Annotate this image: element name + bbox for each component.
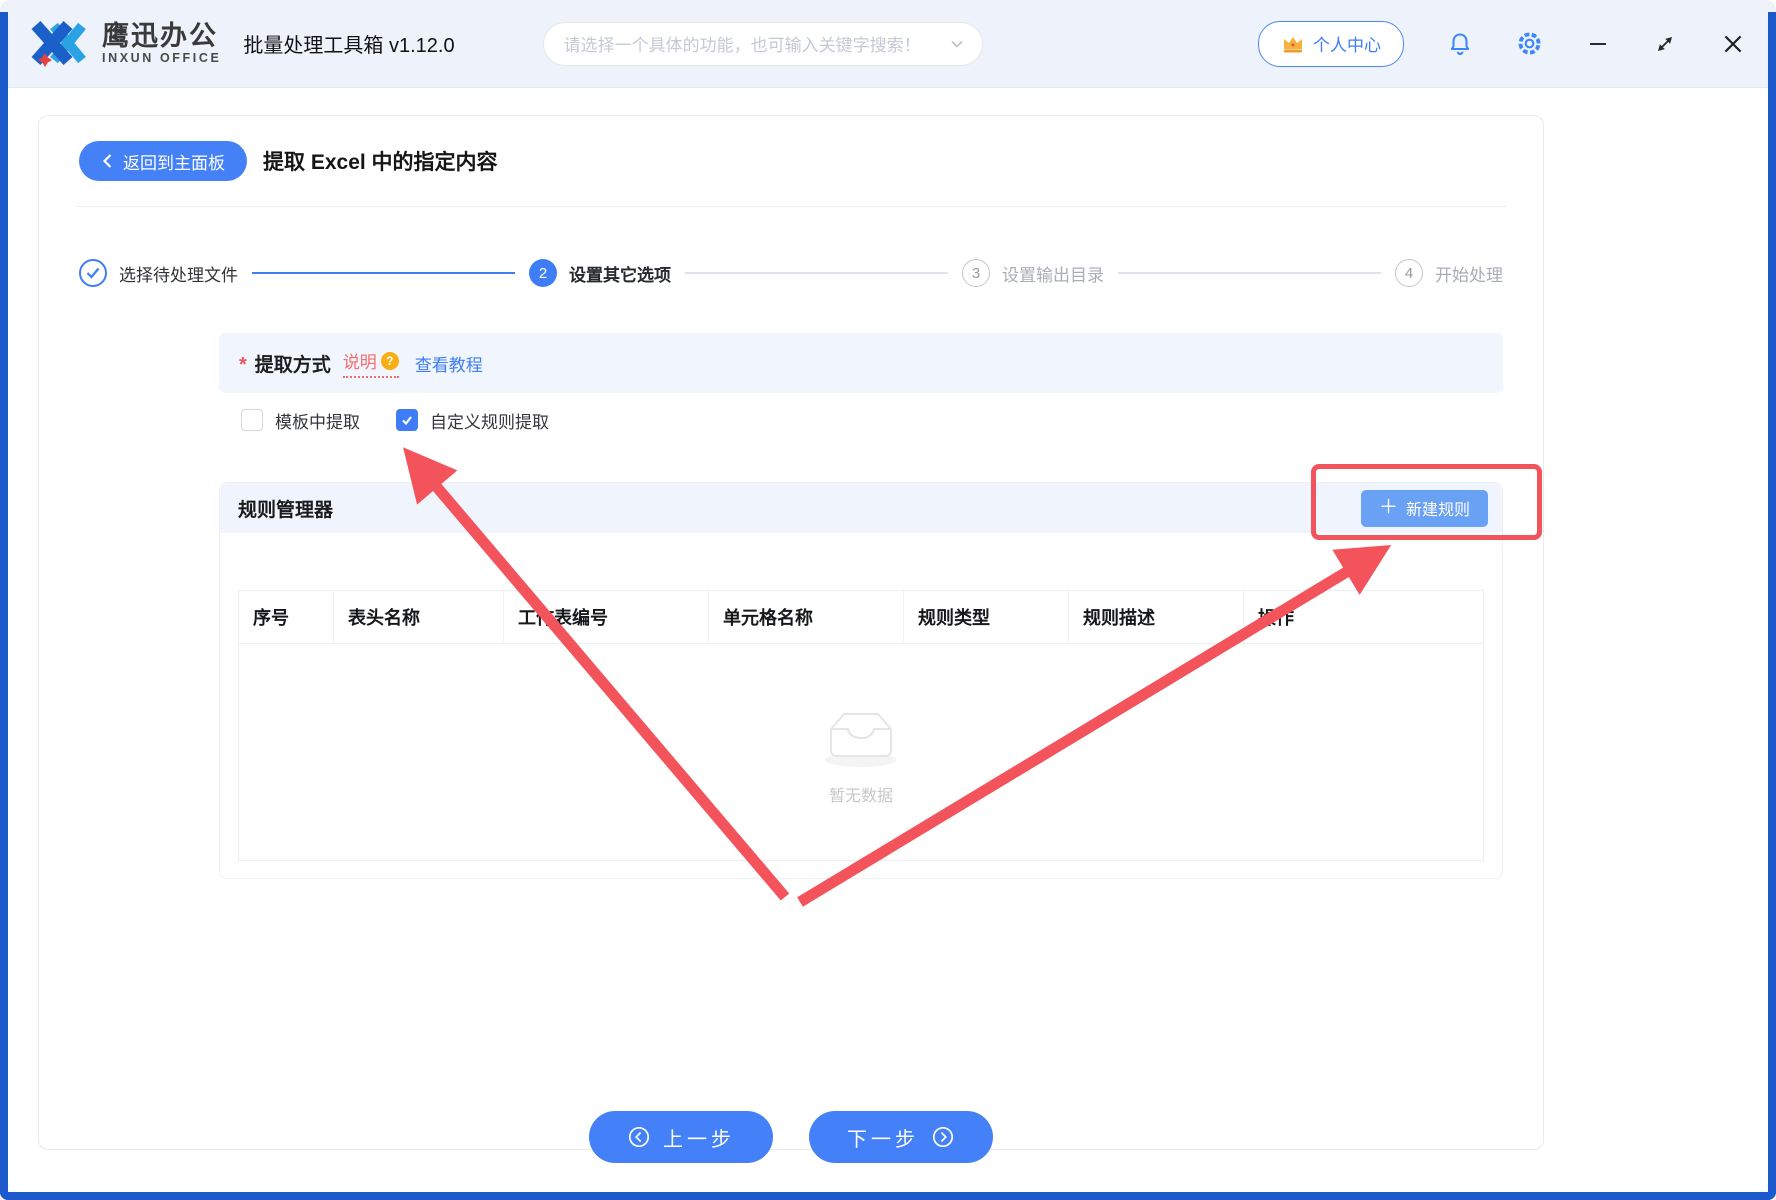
step-connector <box>1118 272 1381 274</box>
step-other-options: 2 设置其它选项 <box>529 259 671 287</box>
step-label: 选择待处理文件 <box>119 261 238 286</box>
checkbox-label: 自定义规则提取 <box>430 408 549 433</box>
brand-name: 鹰迅办公 <box>102 22 221 50</box>
next-step-button[interactable]: 下一步 <box>809 1111 993 1163</box>
checkbox-unchecked-icon <box>241 409 263 431</box>
back-button-label: 返回到主面板 <box>123 149 225 174</box>
topbar: 鹰迅办公 INXUN OFFICE 批量处理工具箱 v1.12.0 请选择一个具… <box>0 0 1776 88</box>
checkbox-label: 模板中提取 <box>275 408 360 433</box>
panel-header: 返回到主面板 提取 Excel 中的指定内容 <box>75 116 1507 207</box>
logo-x-icon <box>30 20 92 68</box>
function-search-select[interactable]: 请选择一个具体的功能，也可输入关键字搜索！ <box>543 22 983 66</box>
step-label: 设置其它选项 <box>569 261 671 286</box>
chevron-down-icon <box>948 35 966 53</box>
required-asterisk: * <box>239 354 247 377</box>
empty-state: 暂无数据 <box>239 644 1483 860</box>
brand-subtitle: INXUN OFFICE <box>102 52 221 65</box>
col-sheet-number: 工作表编号 <box>504 591 709 644</box>
new-rule-button[interactable]: ＋ 新建规则 <box>1361 490 1488 527</box>
search-placeholder: 请选择一个具体的功能，也可输入关键字搜索！ <box>564 31 948 56</box>
step-number: 3 <box>962 259 990 287</box>
rule-manager-header: 规则管理器 ＋ 新建规则 <box>220 483 1502 533</box>
empty-text: 暂无数据 <box>829 782 893 806</box>
rules-table-header: 序号 表头名称 工作表编号 单元格名称 规则类型 规则描述 操作 <box>239 591 1483 644</box>
settings-gear-icon[interactable] <box>1516 30 1543 57</box>
notification-bell-icon[interactable] <box>1447 31 1473 57</box>
app-title: 批量处理工具箱 v1.12.0 <box>243 29 454 58</box>
crown-icon <box>1281 34 1305 54</box>
rules-table: 序号 表头名称 工作表编号 单元格名称 规则类型 规则描述 操作 暂无数据 <box>238 590 1484 861</box>
checkbox-template-extract[interactable]: 模板中提取 <box>241 408 360 433</box>
circle-arrow-right-icon <box>931 1125 955 1149</box>
col-actions: 操作 <box>1244 591 1483 644</box>
user-center-button[interactable]: 个人中心 <box>1258 21 1404 67</box>
close-button[interactable] <box>1720 31 1746 57</box>
chevron-left-icon <box>101 153 114 169</box>
page-title: 提取 Excel 中的指定内容 <box>263 146 498 176</box>
step-number: 4 <box>1395 259 1423 287</box>
col-rule-type: 规则类型 <box>904 591 1069 644</box>
step-number: 2 <box>529 259 557 287</box>
question-badge-icon: ? <box>381 352 399 370</box>
wizard-footer: 上一步 下一步 <box>39 1111 1543 1163</box>
extract-method-band: * 提取方式 说明 ? 查看教程 <box>219 333 1503 393</box>
prev-step-button[interactable]: 上一步 <box>589 1111 773 1163</box>
app-logo: 鹰迅办公 INXUN OFFICE <box>30 20 221 68</box>
step-connector <box>685 272 948 274</box>
rule-manager-body: 序号 表头名称 工作表编号 单元格名称 规则类型 规则描述 操作 暂无数据 <box>220 533 1502 878</box>
circle-arrow-left-icon <box>627 1125 651 1149</box>
col-rule-desc: 规则描述 <box>1069 591 1244 644</box>
col-header-name: 表头名称 <box>334 591 504 644</box>
rule-manager-title: 规则管理器 <box>238 495 333 522</box>
checkbox-checked-icon <box>396 409 418 431</box>
col-index: 序号 <box>239 591 334 644</box>
checkbox-custom-rule-extract[interactable]: 自定义规则提取 <box>396 408 549 433</box>
step-label: 开始处理 <box>1435 261 1503 286</box>
plus-icon: ＋ <box>1379 498 1398 517</box>
step-output-dir: 3 设置输出目录 <box>962 259 1104 287</box>
col-cell-name: 单元格名称 <box>709 591 904 644</box>
rule-manager-section: 规则管理器 ＋ 新建规则 序号 表头名称 工作表编号 单元格名称 规则类型 规则… <box>219 482 1503 879</box>
explanation-link[interactable]: 说明 ? <box>343 348 399 378</box>
new-rule-label: 新建规则 <box>1406 496 1470 520</box>
maximize-button[interactable] <box>1653 32 1677 56</box>
wizard-stepper: 选择待处理文件 2 设置其它选项 3 设置输出目录 4 开始处理 <box>79 259 1503 287</box>
empty-inbox-icon <box>817 698 905 770</box>
step-label: 设置输出目录 <box>1002 261 1104 286</box>
minimize-button[interactable] <box>1586 32 1610 56</box>
step-start-process: 4 开始处理 <box>1395 259 1503 287</box>
back-to-dashboard-button[interactable]: 返回到主面板 <box>79 141 247 181</box>
step-select-files: 选择待处理文件 <box>79 259 238 287</box>
extract-options-row: 模板中提取 自定义规则提取 <box>241 403 1503 437</box>
view-tutorial-link[interactable]: 查看教程 <box>415 351 483 376</box>
main-panel: 返回到主面板 提取 Excel 中的指定内容 选择待处理文件 2 设置其它选项 … <box>38 115 1544 1150</box>
user-center-label: 个人中心 <box>1313 31 1381 56</box>
next-step-label: 下一步 <box>847 1123 919 1152</box>
extract-method-label: 提取方式 <box>255 350 331 377</box>
step-check-icon <box>79 259 107 287</box>
step-connector <box>252 272 515 274</box>
prev-step-label: 上一步 <box>663 1123 735 1152</box>
